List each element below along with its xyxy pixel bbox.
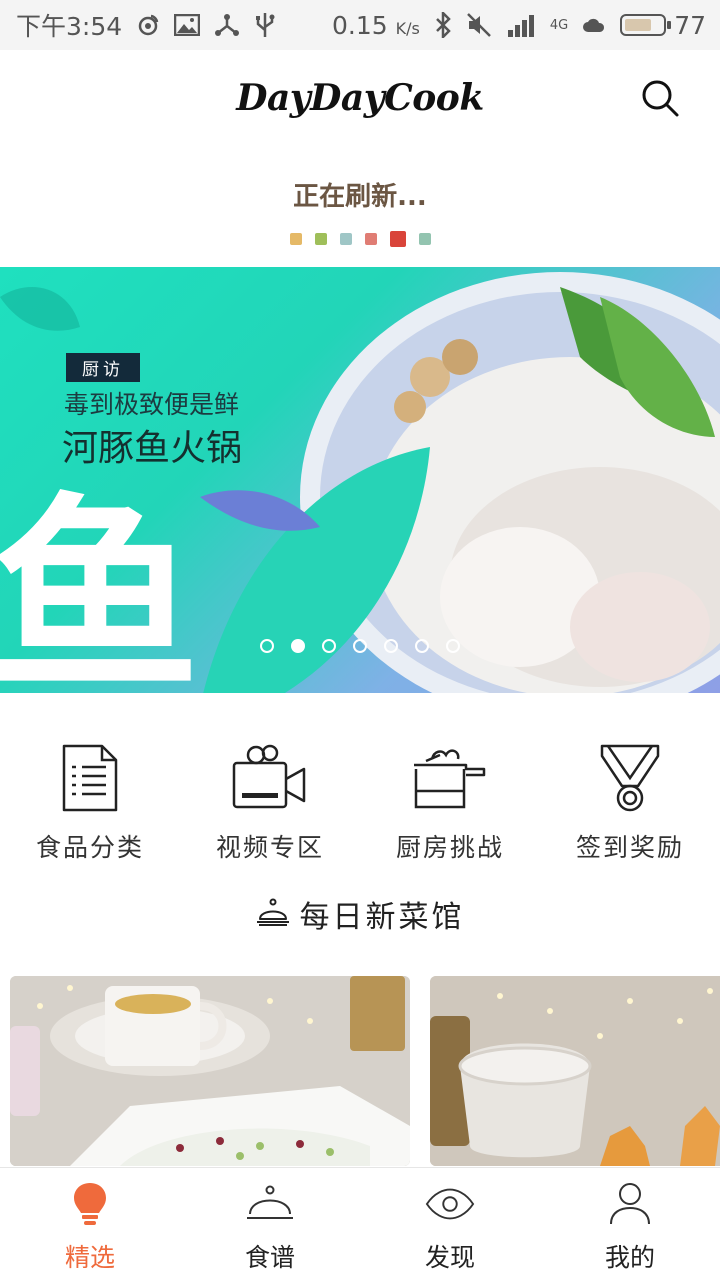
nav-discover-label: 发现 — [424, 1243, 475, 1272]
recipe-card-image — [430, 976, 720, 1166]
cloche-icon — [245, 1180, 295, 1228]
refresh-dot — [418, 233, 431, 245]
banner-title: 河豚鱼火锅 — [62, 428, 243, 469]
user-icon — [605, 1180, 655, 1228]
refresh-text: 正在刷新... — [293, 182, 427, 212]
banner-tag: 厨访 — [66, 353, 140, 382]
status-time: 下午3:54 — [16, 12, 123, 41]
banner-page-dot[interactable] — [415, 639, 429, 653]
category-challenge-label: 厨房挑战 — [395, 833, 504, 862]
search-button[interactable] — [640, 78, 680, 118]
eye-icon — [425, 1180, 475, 1228]
network-type: 4G — [549, 17, 569, 33]
banner-page-dot[interactable] — [353, 639, 367, 653]
banner-page-dot[interactable] — [291, 639, 305, 653]
category-checkin-label: 签到奖励 — [575, 833, 684, 862]
recipe-card-image — [10, 976, 410, 1166]
nav-recipes-label: 食谱 — [244, 1243, 295, 1272]
status-bar-left: 下午3:54 — [16, 7, 276, 43]
category-shortcuts: 食品分类 视频专区 厨房挑战 签到奖励 — [0, 740, 720, 864]
refresh-dot — [389, 231, 406, 247]
app-header: DayDayCook — [0, 50, 720, 146]
lightbulb-icon — [65, 1180, 115, 1228]
refresh-dot — [314, 233, 327, 245]
network-speed-unit: K/s — [395, 18, 420, 38]
category-video[interactable]: 视频专区 — [180, 740, 360, 864]
nav-featured[interactable]: 精选 — [0, 1168, 180, 1280]
network-speed: 0.15 K/s — [331, 10, 420, 40]
nav-recipes[interactable]: 食谱 — [180, 1168, 360, 1280]
cloud-icon — [582, 17, 606, 33]
hero-banner[interactable]: 厨访 毒到极致便是鲜 河豚鱼火锅 鱼 — [0, 267, 720, 693]
refresh-dot — [364, 233, 377, 245]
refresh-indicator: 正在刷新... — [0, 176, 720, 247]
document-list-icon — [50, 740, 130, 816]
battery-icon: 77 — [620, 11, 706, 40]
battery-fill — [625, 19, 652, 31]
nav-profile-label: 我的 — [604, 1243, 655, 1272]
category-food-label: 食品分类 — [35, 833, 144, 862]
nav-profile[interactable]: 我的 — [540, 1168, 720, 1280]
signal-icon — [506, 12, 536, 38]
category-checkin[interactable]: 签到奖励 — [540, 740, 720, 864]
banner-page-dot[interactable] — [384, 639, 398, 653]
share-icon — [214, 13, 240, 37]
recipe-card[interactable] — [10, 976, 410, 1166]
refresh-dots — [0, 231, 720, 247]
weibo-icon — [136, 13, 160, 37]
service-bell-icon — [256, 897, 290, 931]
app-logo: DayDayCook — [236, 77, 484, 119]
image-icon — [174, 14, 201, 36]
status-bar: 下午3:54 0.15 K/s 4G 77 — [0, 0, 720, 50]
category-challenge[interactable]: 厨房挑战 — [360, 740, 540, 864]
banner-page-dot[interactable] — [260, 639, 274, 653]
refresh-dot — [339, 233, 352, 245]
banner-pager — [0, 639, 720, 653]
nav-discover[interactable]: 发现 — [360, 1168, 540, 1280]
refresh-dot — [289, 233, 302, 245]
bluetooth-icon — [434, 12, 452, 38]
banner-calligraphy: 鱼 — [0, 473, 201, 694]
banner-subtitle: 毒到极致便是鲜 — [64, 390, 240, 419]
banner-page-dot[interactable] — [322, 639, 336, 653]
section-title: 每日新菜馆 — [299, 900, 465, 935]
category-food[interactable]: 食品分类 — [0, 740, 180, 864]
mute-icon — [466, 12, 492, 38]
banner-page-dot[interactable] — [446, 639, 460, 653]
section-header: 每日新菜馆 — [0, 892, 720, 936]
battery-shell — [620, 14, 672, 36]
search-icon — [642, 80, 679, 117]
cooking-pot-icon — [410, 740, 490, 816]
video-camera-icon — [230, 740, 310, 816]
recipe-cards — [10, 976, 720, 1166]
recipe-card[interactable] — [430, 976, 720, 1166]
battery-level: 77 — [674, 10, 706, 40]
usb-icon — [254, 12, 276, 38]
bottom-navigation: 精选 食谱 发现 我的 — [0, 1167, 720, 1280]
category-video-label: 视频专区 — [215, 833, 324, 862]
nav-featured-label: 精选 — [64, 1243, 115, 1272]
status-bar-right: 0.15 K/s 4G 77 — [332, 11, 706, 40]
medal-icon — [590, 740, 670, 816]
